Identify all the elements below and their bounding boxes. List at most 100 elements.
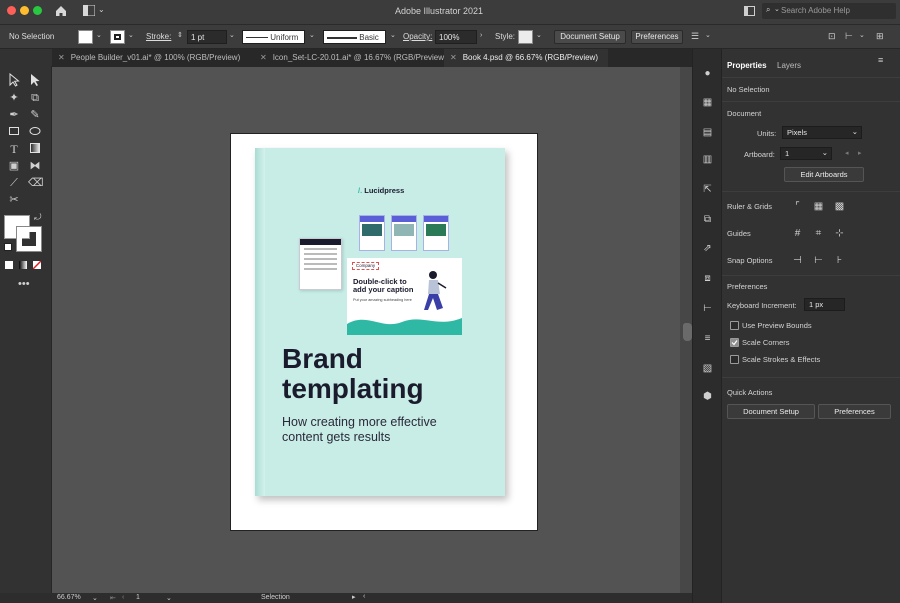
stepper-icon[interactable]: ⇕ xyxy=(177,31,183,39)
default-colors-icon[interactable] xyxy=(4,243,12,251)
chevron-down-icon[interactable]: ⌄ xyxy=(705,31,711,39)
snap-to-pixel-icon[interactable]: ⊢ xyxy=(812,254,825,267)
minimize-window-button[interactable] xyxy=(20,6,29,15)
panel-toggle-icon[interactable] xyxy=(744,6,755,16)
smart-guides-icon[interactable]: ⊹ xyxy=(833,227,846,240)
chevron-down-icon[interactable]: ⌄ xyxy=(309,31,315,39)
document-tab-active[interactable]: ✕ Book 4.psd @ 66.67% (RGB/Preview) xyxy=(444,49,608,67)
gradient-tool-icon[interactable] xyxy=(28,142,42,156)
scroll-left-icon[interactable]: ‹ xyxy=(363,593,365,600)
magic-wand-tool-icon[interactable]: ✦ xyxy=(7,91,21,105)
stroke-weight-field[interactable]: 1 pt xyxy=(187,30,227,44)
selection-tool-icon[interactable] xyxy=(7,72,21,87)
quick-preferences-button[interactable]: Preferences xyxy=(818,404,891,419)
variable-width-profile[interactable]: Uniform xyxy=(242,30,305,44)
fill-swatch[interactable] xyxy=(78,30,93,44)
image-icon[interactable]: ▦ xyxy=(701,96,714,109)
graphic-style-swatch[interactable] xyxy=(518,30,533,44)
gradient-mode-icon[interactable] xyxy=(19,261,27,269)
current-tool-status[interactable]: Selection xyxy=(261,594,290,601)
chevron-down-icon[interactable]: ⌄ xyxy=(859,31,865,39)
chevron-down-icon[interactable]: ⌄ xyxy=(229,31,235,39)
next-artboard-icon[interactable]: ▸ xyxy=(858,149,862,157)
document-tab[interactable]: ✕ Icon_Set-LC-20.01.ai* @ 16.67% (RGB/Pre… xyxy=(254,49,447,67)
stroke-color-swatch[interactable] xyxy=(16,226,42,252)
panel-menu-icon[interactable]: ≡ xyxy=(878,55,883,65)
direct-selection-tool-icon[interactable] xyxy=(28,73,42,87)
previous-artboard-icon[interactable]: ◂ xyxy=(845,149,849,157)
zoom-window-button[interactable] xyxy=(33,6,42,15)
canvas-area[interactable]: /. Lucidpress Company Double-click to ad… xyxy=(52,67,692,593)
ruler-icon[interactable]: ⌜ xyxy=(791,200,804,213)
stroke-swatch[interactable] xyxy=(110,30,125,44)
edit-artboards-button[interactable]: Edit Artboards xyxy=(784,167,864,182)
scale-corners-checkbox[interactable] xyxy=(730,338,739,347)
workspace-layout-icon[interactable] xyxy=(82,4,96,17)
close-tab-icon[interactable]: ✕ xyxy=(260,53,267,62)
panel-collapse-handle[interactable] xyxy=(683,323,692,341)
preferences-button[interactable]: Preferences xyxy=(631,30,683,44)
home-icon[interactable] xyxy=(54,4,68,18)
guides-icon[interactable]: # xyxy=(791,227,804,240)
help-search-field[interactable]: ⌕ ⌄ Search Adobe Help xyxy=(762,3,896,19)
scale-corners-label[interactable]: Scale Corners xyxy=(742,338,790,347)
units-select[interactable]: Pixels ⌄ xyxy=(782,126,862,139)
document-setup-button[interactable]: Document Setup xyxy=(554,30,626,44)
more-tools-icon[interactable]: ••• xyxy=(18,278,30,290)
artboard-number[interactable]: 1 xyxy=(136,594,140,601)
chevron-down-icon[interactable]: ⌄ xyxy=(536,31,542,39)
rectangle-tool-icon[interactable] xyxy=(7,125,21,139)
image-trace-icon[interactable]: ▣ xyxy=(7,159,21,173)
opacity-label[interactable]: Opacity: xyxy=(403,32,432,41)
keyboard-increment-field[interactable]: 1 px xyxy=(804,298,845,311)
transform-icon[interactable]: ⧈ xyxy=(701,272,714,285)
use-preview-bounds-checkbox[interactable] xyxy=(730,321,739,330)
grid-icon[interactable]: ▦ xyxy=(812,200,825,213)
external-link-icon[interactable]: ⇗ xyxy=(701,242,714,255)
stroke-panel-icon[interactable]: ≡ xyxy=(701,332,714,345)
libraries-icon[interactable]: ▤ xyxy=(701,126,714,139)
opacity-field[interactable]: 100% xyxy=(435,30,477,44)
scale-strokes-checkbox[interactable] xyxy=(730,355,739,364)
chevron-right-icon[interactable]: › xyxy=(480,32,482,39)
chevron-down-icon[interactable]: ⌄ xyxy=(92,594,98,602)
first-artboard-icon[interactable]: ⇤ xyxy=(110,594,116,602)
lock-guides-icon[interactable]: ⌗ xyxy=(812,227,825,240)
color-palette-icon[interactable]: ● xyxy=(701,67,714,80)
asset-export-icon[interactable]: ▥ xyxy=(701,153,714,166)
quick-document-setup-button[interactable]: Document Setup xyxy=(727,404,815,419)
curvature-tool-icon[interactable]: ✎ xyxy=(28,108,42,122)
scissors-tool-icon[interactable]: ✂ xyxy=(7,193,21,207)
close-window-button[interactable] xyxy=(7,6,16,15)
transparency-grid-icon[interactable]: ▩ xyxy=(833,200,846,213)
brush-definition[interactable]: Basic xyxy=(323,30,386,44)
artboard-tool-icon[interactable]: ⧉ xyxy=(28,91,42,105)
chevron-down-icon[interactable]: ⌄ xyxy=(98,5,105,14)
artboards-icon[interactable]: ⧉ xyxy=(701,213,714,226)
tab-layers[interactable]: Layers xyxy=(777,61,801,70)
arrange-documents-icon[interactable]: ☰ xyxy=(691,31,699,42)
align-left-icon[interactable]: ⊢ xyxy=(701,302,714,315)
transform-icon[interactable]: ⊞ xyxy=(876,31,884,42)
stroke-label[interactable]: Stroke: xyxy=(146,32,171,41)
book-cover[interactable]: /. Lucidpress Company Double-click to ad… xyxy=(255,148,505,496)
artboard[interactable]: /. Lucidpress Company Double-click to ad… xyxy=(230,133,538,531)
previous-artboard-icon[interactable]: ‹ xyxy=(122,594,124,601)
close-tab-icon[interactable]: ✕ xyxy=(450,53,457,62)
export-icon[interactable]: ⇱ xyxy=(701,183,714,196)
type-tool-icon[interactable]: T xyxy=(7,142,21,156)
chevron-down-icon[interactable]: ⌄ xyxy=(390,31,396,39)
tab-properties[interactable]: Properties xyxy=(727,61,767,70)
appearance-icon[interactable]: ⬢ xyxy=(701,390,714,403)
swap-colors-icon[interactable]: ⤾ xyxy=(34,212,42,223)
snap-to-glyph-icon[interactable]: ⊦ xyxy=(833,254,846,267)
none-mode-icon[interactable] xyxy=(32,260,42,270)
chevron-down-icon[interactable]: ⌄ xyxy=(128,31,134,39)
transparency-icon[interactable]: ▧ xyxy=(701,362,714,375)
artboard-select[interactable]: 1 ⌄ xyxy=(780,147,832,160)
distribute-icon[interactable]: ⊢ xyxy=(845,31,853,42)
close-tab-icon[interactable]: ✕ xyxy=(58,53,65,62)
eraser-tool-icon[interactable]: ⌫ xyxy=(28,176,44,190)
chevron-down-icon[interactable]: ⌄ xyxy=(96,31,102,39)
eyedropper-tool-icon[interactable]: ⟋ xyxy=(7,176,21,190)
